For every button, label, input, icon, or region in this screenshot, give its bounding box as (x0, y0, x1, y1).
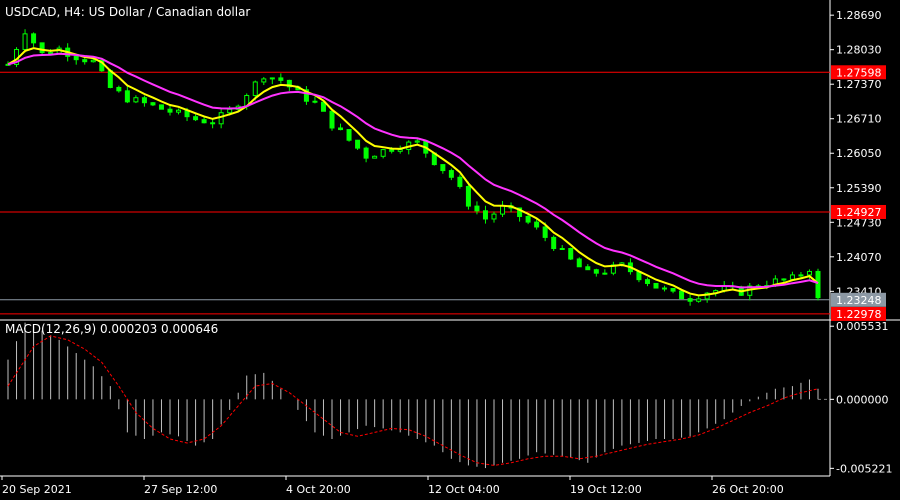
candle-body (158, 104, 164, 110)
chart-svg[interactable]: 1.28690 1.28030 1.27370 1.26710 1.26050 1.253… (0, 0, 900, 500)
chart-title: USDCAD, H4: US Dollar / Canadian dollar (5, 5, 250, 19)
candle-body (338, 127, 344, 131)
candle-body (133, 97, 139, 103)
candle-body (269, 77, 275, 80)
candle-body (474, 205, 480, 212)
candle-body (500, 205, 506, 215)
candle-body (798, 274, 804, 277)
candle-body (525, 216, 531, 223)
candle-body (585, 266, 591, 271)
candle-body (551, 236, 557, 250)
time-tick-label: 4 Oct 20:00 (286, 483, 351, 496)
candle-body (363, 147, 369, 159)
candle-body (781, 278, 787, 281)
candle-body (48, 52, 54, 55)
price-tag-label: 1.27598 (836, 66, 882, 79)
candle-body (210, 122, 216, 125)
price-tick-label: 1.27370 (836, 78, 882, 91)
candle-body (457, 176, 463, 187)
candle-body (227, 108, 233, 114)
price-tag-label: 1.22978 (836, 308, 882, 321)
macd-tick-label: -0.005221 (836, 462, 892, 475)
price-tick-label: 1.25390 (836, 182, 882, 195)
candle-body (542, 226, 548, 238)
price-tick-label: 1.28690 (836, 9, 882, 22)
time-tick-label: 27 Sep 12:00 (144, 483, 217, 496)
candle-body (559, 248, 565, 251)
candle-body (465, 185, 471, 207)
candle-body (414, 140, 420, 143)
price-tick-label: 1.28030 (836, 44, 882, 57)
macd-tick-label: 0.000000 (836, 393, 889, 406)
candle-body (107, 70, 113, 88)
candle-body (448, 170, 454, 178)
candle-body (389, 149, 395, 152)
candle-body (90, 59, 96, 63)
price-tag-label: 1.23248 (836, 294, 882, 307)
candle-body (312, 100, 318, 103)
candle-body (261, 78, 267, 83)
candle-body (193, 116, 199, 121)
candle-body (278, 77, 284, 81)
candle-body (201, 119, 207, 124)
candle-body (482, 210, 488, 220)
candle-body (116, 86, 122, 92)
candle-body (576, 258, 582, 268)
time-tick-label: 20 Sep 2021 (2, 483, 72, 496)
candle-body (346, 129, 352, 141)
time-tick-label: 12 Oct 04:00 (428, 483, 500, 496)
candle-body (653, 282, 659, 289)
candle-body (602, 272, 608, 275)
candle-body (687, 298, 693, 302)
time-tick-label: 26 Oct 20:00 (712, 483, 784, 496)
candle-body (380, 149, 386, 157)
candle-body (73, 55, 79, 61)
candle-body (696, 298, 702, 302)
candle-body (176, 109, 182, 113)
candle-body (22, 33, 28, 50)
candle-body (534, 221, 540, 228)
price-tick-label: 1.26050 (836, 147, 882, 160)
candle-body (372, 155, 378, 159)
candle-body (31, 33, 37, 44)
price-tick-label: 1.26710 (836, 113, 882, 126)
candle-body (252, 81, 258, 96)
candle-body (82, 59, 88, 63)
candle-body (568, 248, 574, 260)
macd-tick-label: 0.005531 (836, 320, 889, 333)
candle-body (440, 164, 446, 172)
chart-background (0, 0, 900, 500)
candle-body (679, 290, 685, 300)
candle-body (662, 287, 668, 290)
candle-body (39, 42, 45, 54)
candle-body (815, 270, 821, 299)
candle-body (320, 101, 326, 112)
price-tag-label: 1.24927 (836, 206, 882, 219)
price-axis: 1.28690 1.28030 1.27370 1.26710 1.26050 1.253… (830, 9, 882, 298)
price-tick-label: 1.24070 (836, 251, 882, 264)
candle-body (491, 213, 497, 220)
candle-body (141, 97, 147, 104)
candle-body (789, 274, 795, 280)
candle-body (593, 269, 599, 274)
candle-body (329, 110, 335, 129)
candle-body (167, 108, 173, 113)
candle-body (806, 270, 812, 276)
candle-body (355, 139, 361, 149)
candle-body (124, 90, 130, 103)
candle-body (644, 279, 650, 284)
time-tick-label: 19 Oct 12:00 (570, 483, 642, 496)
macd-label: MACD(12,26,9) 0.000203 0.000646 (5, 322, 218, 336)
candle-body (150, 102, 156, 106)
candle-body (670, 288, 676, 292)
candle-body (218, 112, 224, 125)
